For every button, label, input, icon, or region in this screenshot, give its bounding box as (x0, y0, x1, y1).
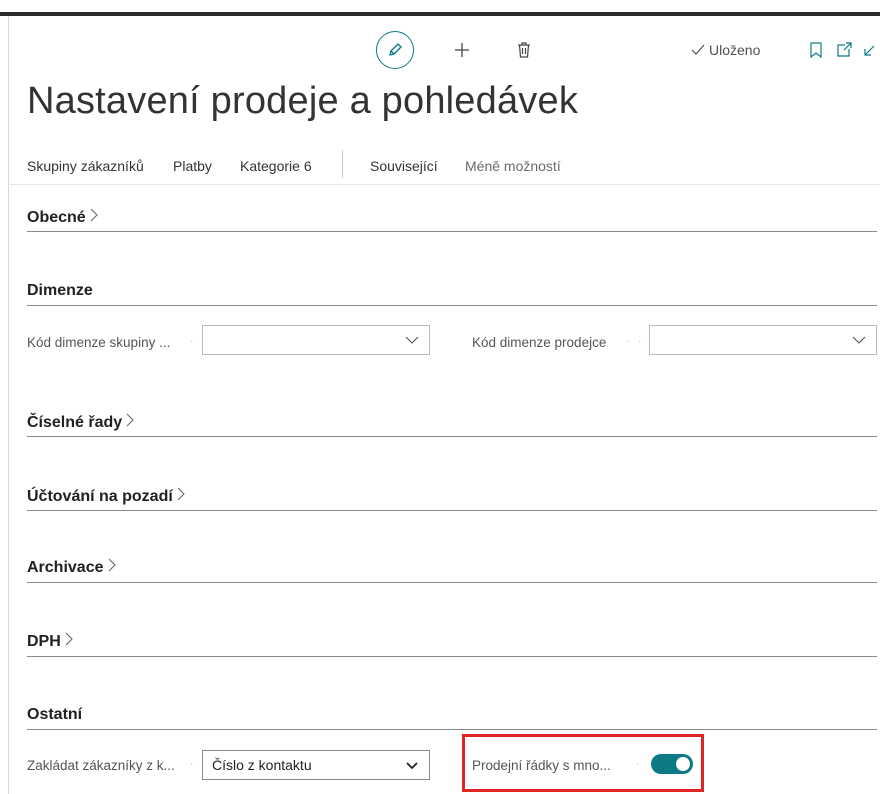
page-left-border (8, 16, 9, 794)
bookmark-icon (810, 42, 822, 58)
bookmark-button[interactable] (802, 36, 830, 64)
window-top-border (0, 0, 880, 16)
chevron-right-icon (125, 413, 134, 432)
tab-category-6[interactable]: Kategorie 6 (240, 158, 312, 174)
section-divider (27, 729, 877, 730)
new-button[interactable] (448, 36, 476, 64)
field-leader-dots: · (190, 336, 197, 347)
tab-related[interactable]: Související (370, 158, 438, 174)
section-other-label: Ostatní (27, 706, 83, 723)
collapse-arrow-icon (864, 45, 875, 56)
chevron-right-icon (107, 558, 116, 577)
customer-group-dimension-select[interactable] (202, 325, 430, 355)
salesperson-dimension-label: Kód dimenze prodejce (472, 335, 607, 350)
section-dimensions[interactable]: Dimenze (27, 282, 93, 300)
trash-icon (518, 42, 530, 58)
section-divider (27, 305, 877, 306)
section-archiving[interactable]: Archivace (27, 558, 116, 577)
collapse-button[interactable] (858, 36, 880, 64)
section-archiving-label: Archivace (27, 558, 104, 576)
section-divider (27, 510, 877, 511)
section-vat[interactable]: DPH (27, 632, 73, 651)
field-leader-dots: · (190, 759, 197, 770)
section-background-posting-label: Účtování na pozadí (27, 487, 173, 505)
open-in-new-window-icon (837, 42, 852, 57)
plus-icon (455, 43, 469, 57)
section-background-posting[interactable]: Účtování na pozadí (27, 487, 185, 506)
tab-customer-groups[interactable]: Skupiny zákazníků (27, 158, 144, 174)
chevron-right-icon (89, 208, 98, 227)
toggle-knob (676, 757, 690, 771)
open-new-window-button[interactable] (830, 36, 858, 64)
tabs-divider (10, 184, 880, 185)
saved-label: Uloženo (709, 42, 761, 58)
sales-lines-multiple-toggle[interactable] (651, 754, 693, 774)
section-vat-label: DPH (27, 632, 61, 650)
tab-fewer-options[interactable]: Méně možností (465, 158, 561, 174)
create-customers-from-select[interactable]: Číslo z kontaktu (202, 750, 430, 780)
section-divider (27, 656, 877, 657)
section-divider (27, 582, 877, 583)
chevron-right-icon (64, 632, 73, 651)
field-leader-dots: · (636, 759, 643, 770)
page-title: Nastavení prodeje a pohledávek (27, 80, 579, 122)
salesperson-dimension-select[interactable] (649, 325, 877, 355)
saved-status: Uloženo (690, 42, 760, 58)
section-number-series[interactable]: Číselné řady (27, 413, 134, 432)
action-bar: Uloženo (0, 30, 880, 70)
section-divider (27, 231, 877, 232)
section-divider (27, 436, 877, 437)
tab-separator (342, 150, 343, 178)
chevron-down-icon (405, 333, 419, 352)
checkmark-icon (691, 44, 705, 55)
pencil-icon (389, 43, 402, 56)
section-general-label: Obecné (27, 208, 86, 226)
section-general[interactable]: Obecné (27, 208, 98, 227)
chevron-down-icon (405, 758, 419, 777)
section-dimensions-label: Dimenze (27, 282, 93, 299)
delete-button[interactable] (510, 36, 538, 64)
section-other[interactable]: Ostatní (27, 706, 82, 724)
create-customers-from-value: Číslo z kontaktu (212, 757, 312, 773)
field-leader-dots: · · (626, 336, 645, 347)
tab-payments[interactable]: Platby (173, 158, 212, 174)
create-customers-from-label: Zakládat zákazníky z k... (27, 758, 175, 773)
sales-lines-multiple-label: Prodejní řádky s mno... (472, 758, 611, 773)
edit-button[interactable] (376, 31, 414, 69)
chevron-right-icon (176, 487, 185, 506)
customer-group-dimension-label: Kód dimenze skupiny ... (27, 335, 171, 350)
chevron-down-icon (852, 333, 866, 352)
section-number-series-label: Číselné řady (27, 413, 123, 431)
